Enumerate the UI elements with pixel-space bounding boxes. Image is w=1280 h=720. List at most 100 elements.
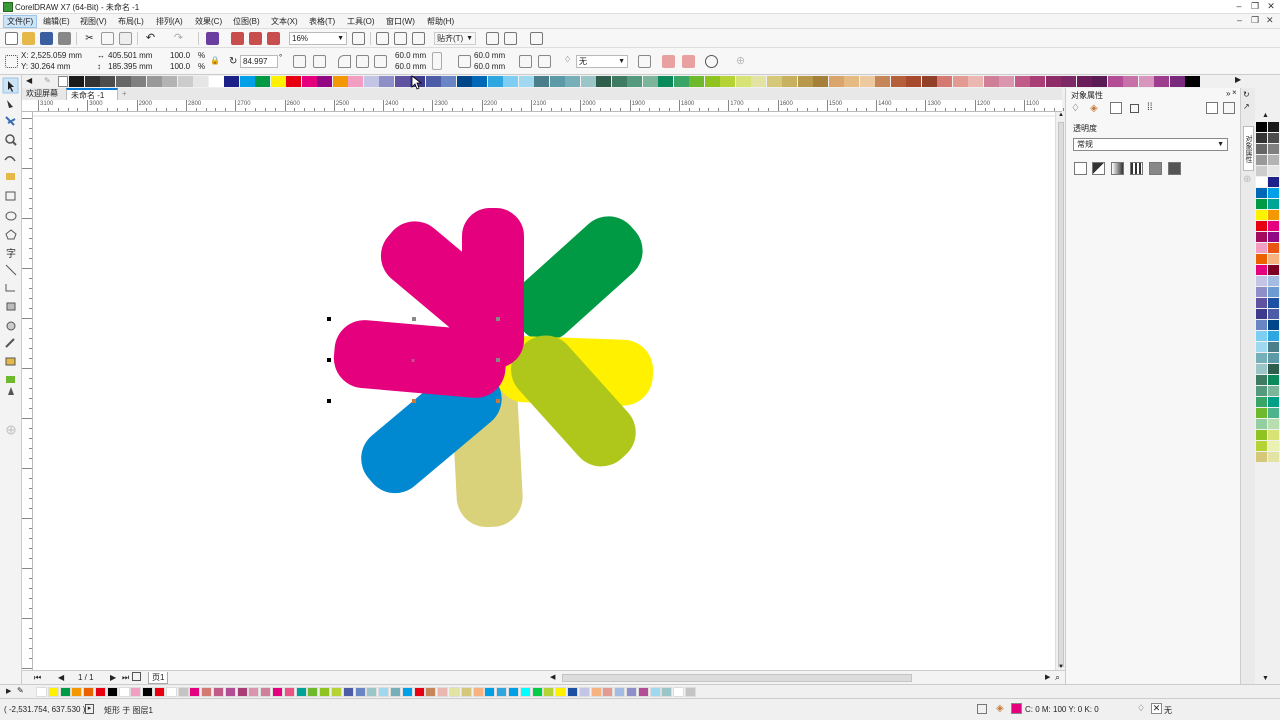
uniform-transparency-icon[interactable] (1092, 162, 1105, 175)
menu-bitmaps[interactable]: 位图(B) (233, 16, 260, 27)
palette-swatch[interactable] (342, 687, 354, 697)
palette-swatch[interactable] (106, 687, 118, 697)
palette-swatch[interactable] (224, 76, 239, 87)
edit-corners-together-icon[interactable] (432, 52, 442, 70)
palette-swatch[interactable] (578, 687, 590, 697)
palette-swatch[interactable] (331, 687, 342, 697)
shape-tool-icon[interactable] (7, 100, 13, 108)
palette-swatch[interactable] (859, 76, 875, 87)
palette-swatch[interactable] (828, 76, 844, 87)
relative-corner-scaling-icon[interactable] (519, 55, 532, 68)
palette-swatch[interactable] (348, 76, 363, 87)
palette-swatch[interactable] (766, 76, 782, 87)
polygon-tool-icon[interactable] (5, 229, 17, 240)
transparency-tab-icon[interactable] (1110, 102, 1122, 114)
no-color-swatch[interactable] (58, 76, 68, 87)
palette-swatch[interactable] (1107, 76, 1123, 87)
save-icon[interactable] (40, 32, 53, 45)
palette-swatch[interactable] (437, 687, 449, 697)
palette-swatch[interactable] (1256, 309, 1267, 319)
palette-swatch[interactable] (983, 76, 999, 87)
palette-swatch[interactable] (378, 687, 390, 697)
show-guidelines-icon[interactable] (412, 32, 425, 45)
palette-swatch[interactable] (208, 76, 224, 87)
palette-swatch[interactable] (193, 76, 208, 87)
merge-mode-combo[interactable]: 常规 ▼ (1073, 138, 1228, 151)
status-play-icon[interactable]: ▸ (85, 704, 94, 714)
interactive-fill-icon[interactable] (5, 357, 16, 366)
scroll-up-icon[interactable]: ▲ (1058, 112, 1064, 118)
rectangle-tool-icon[interactable] (5, 191, 16, 201)
palette-swatch[interactable] (689, 76, 704, 87)
palette-swatch[interactable] (1154, 76, 1169, 87)
palette-swatch[interactable] (626, 687, 637, 697)
palette-swatch[interactable] (1256, 408, 1267, 418)
palette-swatch[interactable] (543, 687, 555, 697)
palette-swatch[interactable] (704, 76, 720, 87)
palette-swatch[interactable] (596, 76, 611, 87)
palette-swatch[interactable] (354, 687, 366, 697)
outline-tab-icon[interactable]: ♢ (1071, 103, 1080, 114)
wrap-text-icon[interactable] (538, 55, 551, 68)
new-document-icon[interactable] (5, 32, 18, 45)
palette-swatch[interactable] (472, 687, 484, 697)
palette-swatch[interactable] (503, 76, 518, 87)
palette-swatch[interactable] (649, 687, 661, 697)
next-page-icon[interactable]: ▶ (110, 673, 116, 682)
palette-swatch[interactable] (720, 76, 735, 87)
palette-swatch[interactable] (1256, 188, 1267, 198)
undo-icon[interactable]: ↶ (144, 32, 157, 45)
palette-swatch[interactable] (71, 687, 83, 697)
hscroll-right-icon[interactable]: ▶ (1045, 673, 1050, 681)
palette-swatch[interactable] (1268, 155, 1279, 165)
palette-swatch[interactable] (366, 687, 378, 697)
palette-swatch[interactable] (1256, 232, 1267, 242)
palette-swatch[interactable] (130, 687, 142, 697)
mirror-horizontal-icon[interactable] (293, 55, 306, 68)
application-launcher-icon[interactable] (530, 32, 543, 45)
palette-swatch[interactable] (317, 76, 332, 87)
palette-swatch[interactable] (1268, 298, 1279, 308)
palette-swatch[interactable] (1268, 232, 1279, 242)
palette-swatch[interactable] (189, 687, 201, 697)
palette-swatch[interactable] (59, 687, 71, 697)
palette-swatch[interactable] (1256, 276, 1267, 286)
palette-swatch[interactable] (390, 687, 401, 697)
snap-to-combo[interactable]: 贴齐(T) ▼ (434, 32, 476, 45)
y-position-field[interactable]: Y: 30.264 mm (21, 62, 70, 71)
palette-swatch[interactable] (142, 687, 154, 697)
palette-swatch[interactable] (1268, 221, 1279, 231)
palette-swatch[interactable] (1256, 199, 1267, 209)
palette-swatch[interactable] (637, 687, 649, 697)
palette-swatch[interactable] (363, 76, 379, 87)
palette-swatch[interactable] (602, 687, 614, 697)
palette-swatch[interactable] (301, 76, 317, 87)
palette-swatch[interactable] (1268, 287, 1279, 297)
palette-swatch[interactable] (425, 687, 437, 697)
vertical-scrollbar[interactable]: ▲ ▼ (1055, 112, 1065, 670)
lock-ratio-icon[interactable]: 🔒 (210, 56, 220, 65)
palette-swatch[interactable] (534, 76, 549, 87)
palette-swatch[interactable] (307, 687, 319, 697)
palette-swatch[interactable] (248, 687, 260, 697)
round-corner-icon[interactable] (338, 55, 351, 68)
freehand-tool-icon[interactable] (4, 156, 16, 162)
docker-summary-icon[interactable] (1206, 102, 1218, 114)
palette-swatch[interactable] (661, 687, 673, 697)
palette-swatch[interactable] (1268, 144, 1279, 154)
text-wrap-tab-icon[interactable]: ⁞⁞ (1147, 102, 1153, 113)
palette-swatch[interactable] (1256, 133, 1267, 143)
palette-swatch[interactable] (401, 687, 413, 697)
add-icon[interactable]: ⊕ (734, 55, 747, 68)
palette-swatch[interactable] (921, 76, 937, 87)
palette-swatch[interactable] (484, 687, 496, 697)
menu-table[interactable]: 表格(T) (309, 16, 335, 27)
palette-swatch[interactable] (270, 76, 286, 87)
palette-swatch[interactable] (1256, 155, 1267, 165)
outline-pen-icon[interactable] (8, 387, 14, 395)
palette-swatch[interactable] (1268, 331, 1279, 341)
palette-swatch[interactable] (1268, 397, 1279, 407)
corner-radius-bottom-left[interactable]: 60.0 mm (395, 62, 426, 71)
palette-swatch[interactable] (531, 687, 543, 697)
palette-swatch[interactable] (260, 687, 272, 697)
